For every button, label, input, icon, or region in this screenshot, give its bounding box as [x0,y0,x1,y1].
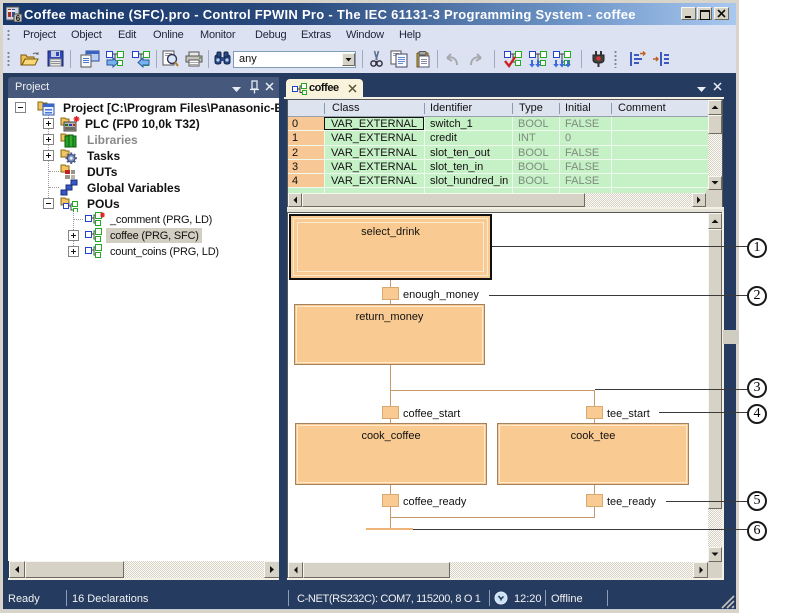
svg-text:6: 6 [16,14,21,22]
